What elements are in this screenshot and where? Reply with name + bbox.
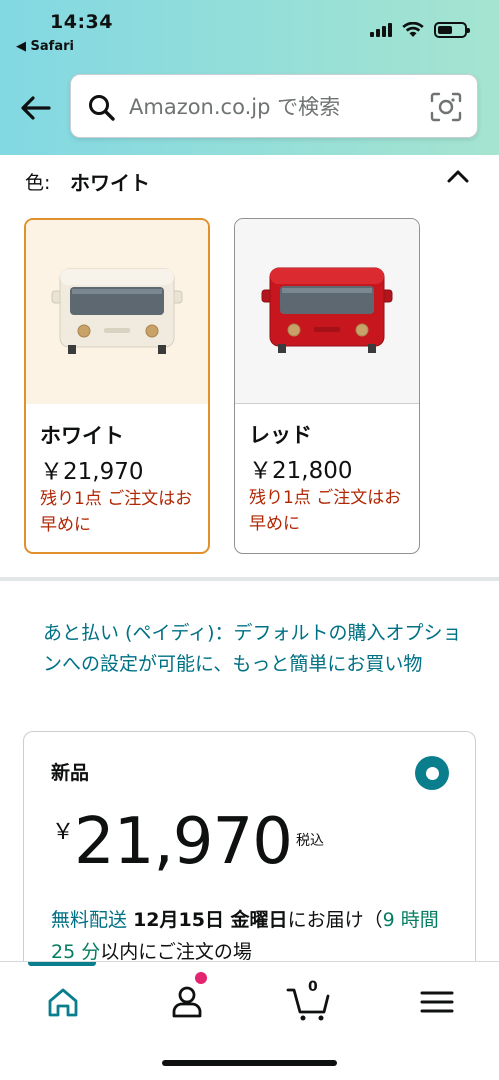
- battery-icon: [434, 22, 470, 38]
- cart-count: 0: [308, 979, 318, 995]
- variant-white[interactable]: ホワイト ￥21,970 残り1点 ご注文はお早めに: [24, 218, 210, 554]
- active-tab-indicator: [28, 962, 96, 966]
- variant-red[interactable]: レッド ￥21,800 残り1点 ご注文はお早めに: [234, 218, 420, 554]
- delivery-suffix: にお届け（: [287, 909, 383, 931]
- home-indicator[interactable]: [162, 1060, 337, 1066]
- variant-name: ホワイト: [40, 424, 124, 448]
- offer-price: 21,970: [74, 805, 293, 879]
- color-label: 色:: [25, 172, 51, 194]
- search-icon: [89, 95, 115, 121]
- status-icons: [370, 22, 470, 38]
- tax-note: 税込: [296, 833, 324, 849]
- color-selected-value: ホワイト: [70, 171, 150, 195]
- offer-condition: 新品: [51, 762, 90, 784]
- status-time: 14:34: [50, 11, 113, 33]
- variant-price: ￥21,970: [40, 459, 144, 485]
- variant-name: レッド: [249, 423, 312, 447]
- toaster-red-image: [261, 267, 393, 353]
- toaster-white-image: [51, 268, 183, 354]
- menu-icon[interactable]: [414, 982, 460, 1022]
- search-box[interactable]: [70, 74, 478, 138]
- new-offer-card[interactable]: 新品 ￥ 21,970 税込 無料配送 12月15日 金曜日にお届け（9 時間 …: [23, 731, 476, 991]
- cellular-signal-icon: [370, 23, 392, 37]
- account-icon[interactable]: [164, 982, 210, 1022]
- top-header: 14:34 ◀ Safari: [0, 0, 499, 155]
- radio-selected-dot: [425, 766, 439, 780]
- chevron-up-icon[interactable]: [445, 166, 471, 188]
- offer-radio-button[interactable]: [415, 756, 449, 790]
- back-arrow-icon[interactable]: [18, 90, 54, 126]
- notification-badge: [195, 972, 207, 984]
- home-icon[interactable]: [40, 982, 86, 1022]
- countdown-suffix: 以内にご注文の場: [100, 941, 252, 963]
- variant-stock-warning: 残り1点 ご注文はお早めに: [249, 488, 402, 534]
- free-shipping-link[interactable]: 無料配送: [51, 909, 127, 931]
- delivery-info: 無料配送 12月15日 金曜日にお届け（9 時間 25 分以内にご注文の場: [51, 904, 461, 968]
- variant-image: [26, 220, 208, 404]
- wifi-icon: [402, 22, 424, 37]
- section-divider: [0, 577, 499, 581]
- variant-stock-warning: 残り1点 ご注文はお早めに: [40, 489, 193, 535]
- price-currency: ￥: [52, 820, 75, 845]
- delivery-date: 12月15日 金曜日: [133, 909, 288, 931]
- back-to-safari[interactable]: ◀ Safari: [16, 39, 74, 54]
- camera-search-icon[interactable]: [429, 91, 463, 123]
- search-input[interactable]: [129, 85, 419, 129]
- paidy-promo-link[interactable]: あと払い (ペイディ)：デフォルトの購入オプションへの設定が可能に、もっと簡単に…: [43, 618, 463, 680]
- variant-price: ￥21,800: [249, 458, 353, 484]
- variant-image: [235, 219, 419, 404]
- color-selector-header[interactable]: 色: ホワイト: [25, 166, 475, 195]
